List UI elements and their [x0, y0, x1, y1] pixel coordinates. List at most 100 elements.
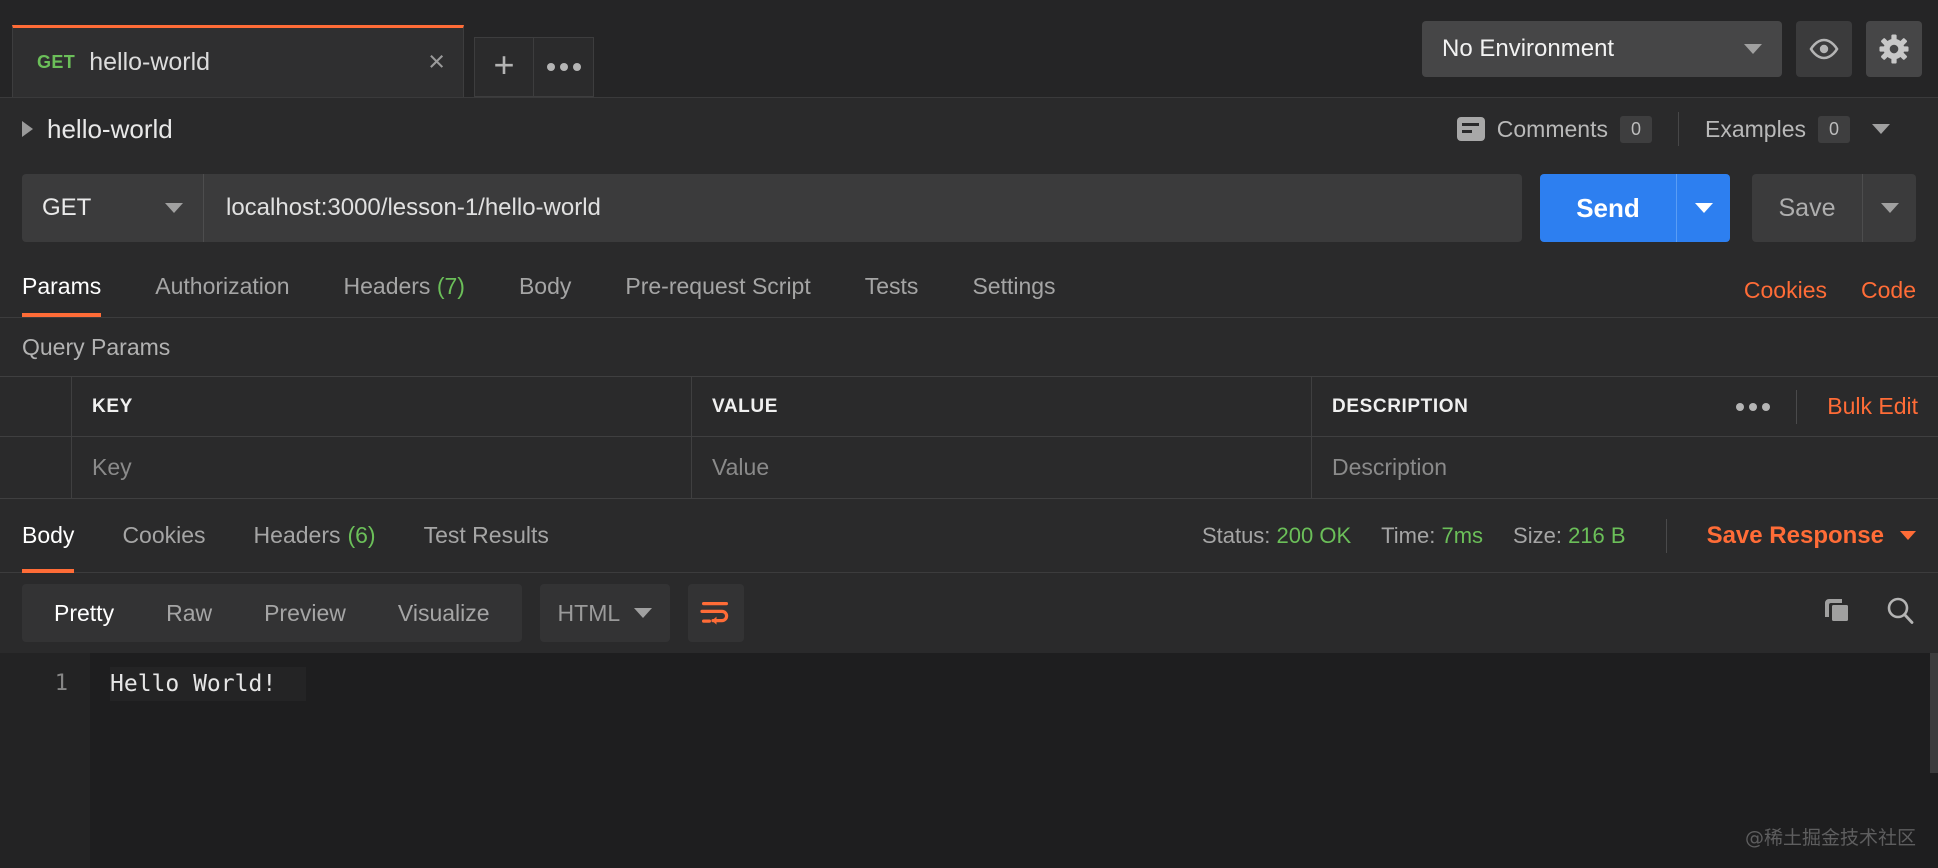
view-mode-raw[interactable]: Raw: [140, 600, 238, 627]
code-line: Hello World!: [110, 667, 306, 701]
word-wrap-icon: [700, 600, 732, 626]
param-description-input[interactable]: Description: [1312, 437, 1938, 498]
save-response-button[interactable]: Save Response: [1707, 522, 1916, 550]
save-response-label: Save Response: [1707, 522, 1884, 550]
tab-settings-label: Settings: [972, 273, 1055, 299]
more-tabs-button[interactable]: [534, 37, 594, 97]
tab-authorization[interactable]: Authorization: [155, 273, 289, 316]
table-header-row: KEY VALUE DESCRIPTION Bulk Edit: [0, 377, 1938, 437]
send-button-group: Send: [1540, 174, 1730, 242]
send-options-button[interactable]: [1676, 174, 1730, 242]
send-button[interactable]: Send: [1540, 174, 1676, 242]
close-icon[interactable]: ×: [428, 48, 445, 77]
response-tab-body[interactable]: Body: [22, 499, 74, 573]
gear-icon: [1879, 34, 1909, 64]
response-tab-headers[interactable]: Headers (6): [254, 499, 376, 573]
response-tab-test-results[interactable]: Test Results: [424, 499, 549, 573]
view-mode-pretty[interactable]: Pretty: [28, 600, 140, 627]
environment-bar: No Environment: [1398, 0, 1938, 98]
environment-selected-label: No Environment: [1442, 35, 1744, 63]
response-section-tabs: Body Cookies Headers (6) Test Results St…: [0, 499, 1938, 573]
param-value-input[interactable]: Value: [692, 437, 1312, 498]
line-number: 1: [0, 667, 68, 701]
tab-body[interactable]: Body: [519, 273, 571, 316]
save-button-group: Save: [1752, 174, 1916, 242]
comments-button[interactable]: Comments 0: [1431, 116, 1678, 143]
divider: [1796, 390, 1797, 424]
environment-quick-look-button[interactable]: [1796, 21, 1852, 77]
ellipsis-icon: [547, 63, 581, 71]
request-url-bar: GET localhost:3000/lesson-1/hello-world …: [0, 160, 1938, 256]
postman-window: GET hello-world × + No Environment: [0, 0, 1938, 868]
time-label: Time:: [1381, 523, 1435, 548]
code-link[interactable]: Code: [1861, 277, 1916, 304]
ellipsis-icon[interactable]: [1736, 403, 1770, 411]
select-all-cell[interactable]: [0, 377, 72, 436]
settings-button[interactable]: [1866, 21, 1922, 77]
page-title: hello-world: [47, 114, 173, 145]
http-method-select[interactable]: GET: [22, 174, 204, 242]
breadcrumb[interactable]: hello-world: [22, 114, 173, 145]
request-links: Cookies Code: [1744, 277, 1916, 304]
examples-label: Examples: [1705, 116, 1806, 143]
column-header-description-label: DESCRIPTION: [1332, 396, 1736, 418]
response-tab-cookies-label: Cookies: [122, 522, 205, 549]
time-badge: Time: 7ms: [1381, 523, 1483, 549]
bulk-edit-button[interactable]: Bulk Edit: [1823, 393, 1918, 420]
tab-body-label: Body: [519, 273, 571, 299]
response-body-content[interactable]: Hello World!: [90, 653, 1938, 868]
row-checkbox-cell[interactable]: [0, 437, 72, 498]
param-value-placeholder: Value: [712, 454, 769, 481]
column-header-description: DESCRIPTION Bulk Edit: [1312, 377, 1938, 436]
response-body-viewer[interactable]: 1 Hello World! @稀土掘金技术社区: [0, 653, 1938, 868]
chevron-down-icon: [634, 608, 652, 618]
response-tab-cookies[interactable]: Cookies: [122, 499, 205, 573]
examples-button[interactable]: Examples 0: [1679, 116, 1916, 143]
status-value: 200 OK: [1277, 523, 1352, 548]
request-tab-hello-world[interactable]: GET hello-world ×: [12, 25, 464, 97]
tab-params-label: Params: [22, 273, 101, 299]
request-section-tabs: Params Authorization Headers (7) Body Pr…: [0, 256, 1938, 318]
param-key-input[interactable]: Key: [72, 437, 692, 498]
tab-settings[interactable]: Settings: [972, 273, 1055, 316]
copy-icon: [1822, 596, 1852, 626]
response-tab-headers-count: (6): [347, 522, 375, 549]
vertical-scrollbar[interactable]: [1930, 653, 1938, 868]
search-button[interactable]: [1884, 595, 1916, 632]
param-description-placeholder: Description: [1332, 454, 1447, 481]
view-mode-visualize[interactable]: Visualize: [372, 600, 516, 627]
save-options-button[interactable]: [1862, 174, 1916, 242]
line-number-gutter: 1: [0, 653, 90, 868]
chevron-down-icon: [1695, 203, 1713, 213]
environment-select[interactable]: No Environment: [1422, 21, 1782, 77]
tab-pre-request-script-label: Pre-request Script: [625, 273, 810, 299]
size-value: 216 B: [1568, 523, 1626, 548]
save-button[interactable]: Save: [1752, 174, 1862, 242]
size-label: Size:: [1513, 523, 1562, 548]
size-badge: Size: 216 B: [1513, 523, 1626, 549]
column-header-key: KEY: [72, 377, 692, 436]
tab-params[interactable]: Params: [22, 273, 101, 316]
breadcrumb-bar: hello-world Comments 0 Examples 0: [0, 98, 1938, 160]
response-body-actions: [1822, 595, 1916, 632]
copy-button[interactable]: [1822, 596, 1852, 631]
param-key-placeholder: Key: [92, 454, 132, 481]
tab-title: hello-world: [89, 48, 428, 77]
tab-tests[interactable]: Tests: [865, 273, 919, 316]
table-row: Key Value Description: [0, 437, 1938, 499]
column-header-value: VALUE: [692, 377, 1312, 436]
tab-pre-request-script[interactable]: Pre-request Script: [625, 273, 810, 316]
comments-label: Comments: [1497, 116, 1608, 143]
tab-tests-label: Tests: [865, 273, 919, 299]
new-tab-button[interactable]: +: [474, 37, 534, 97]
response-tab-test-results-label: Test Results: [424, 522, 549, 549]
tab-headers[interactable]: Headers (7): [344, 273, 465, 316]
tab-method-label: GET: [37, 52, 75, 73]
request-url-input[interactable]: localhost:3000/lesson-1/hello-world: [204, 174, 1522, 242]
response-format-select[interactable]: HTML: [540, 584, 670, 642]
word-wrap-button[interactable]: [688, 584, 744, 642]
chevron-down-icon: [1872, 124, 1890, 134]
cookies-link[interactable]: Cookies: [1744, 277, 1827, 304]
caret-right-icon[interactable]: [22, 121, 33, 137]
view-mode-preview[interactable]: Preview: [238, 600, 372, 627]
